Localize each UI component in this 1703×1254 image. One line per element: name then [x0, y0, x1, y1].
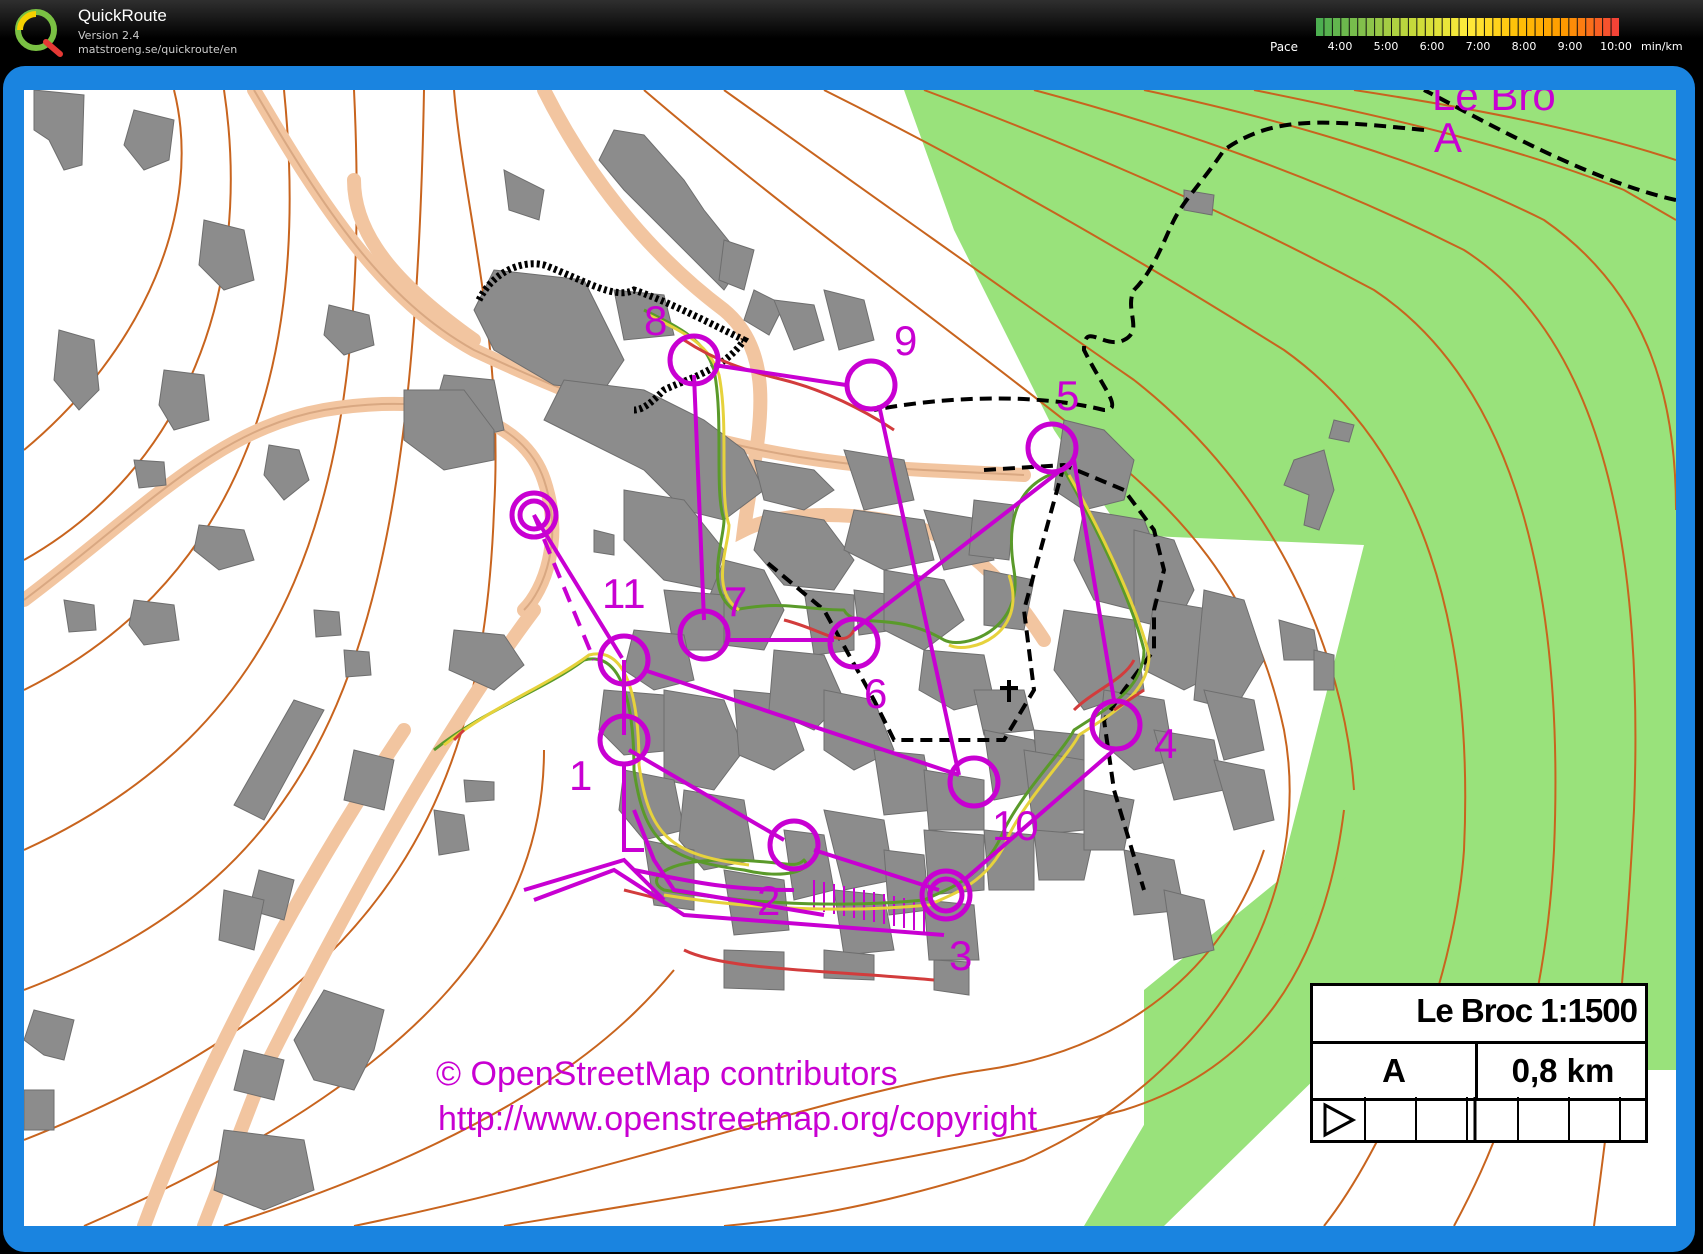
legend-course: A [1382, 1052, 1406, 1089]
pace-scale-segment [1383, 18, 1391, 36]
pace-scale-segment [1560, 18, 1569, 36]
pace-ticks: 4:00 5:00 6:00 7:00 8:00 9:00 10:00 [1316, 40, 1696, 56]
pace-tick: 9:00 [1557, 40, 1583, 53]
pace-color-scale [1316, 18, 1619, 36]
control-number-11: 11 [602, 570, 646, 617]
pace-scale-segment [1366, 18, 1375, 36]
pace-scale-segment [1451, 18, 1459, 36]
pace-tick: 6:00 [1419, 40, 1445, 53]
pace-scale-segment [1586, 18, 1594, 36]
osm-credit: © OpenStreetMap contributors [436, 1055, 898, 1093]
start-triangle-icon [1323, 1102, 1357, 1138]
pace-scale-segment [1417, 18, 1425, 36]
legend-length: 0,8 km [1475, 1044, 1648, 1098]
app-header: QuickRoute Version 2.4 matstroeng.se/qui… [0, 0, 1703, 64]
control-number-4: 4 [1154, 720, 1177, 767]
pace-tick: 8:00 [1511, 40, 1537, 53]
pace-scale-segment [1493, 18, 1501, 36]
pace-scale-segment [1501, 18, 1510, 36]
pace-scale-segment [1442, 18, 1451, 36]
control-number-8: 8 [644, 297, 667, 344]
pace-scale-segment [1349, 18, 1358, 36]
pace-tick: 5:00 [1373, 40, 1399, 53]
pace-scale-segment [1476, 18, 1484, 36]
pace-scale-segment [1611, 18, 1619, 36]
control-number-2: 2 [757, 877, 780, 924]
pace-tick: 7:00 [1465, 40, 1491, 53]
pace-scale-segment [1484, 18, 1493, 36]
pace-scale-segment [1468, 18, 1476, 36]
control-number-1: 1 [569, 752, 592, 799]
control-number-7: 7 [724, 578, 747, 625]
control-number-9: 9 [894, 317, 917, 364]
pace-scale-segment [1518, 18, 1527, 36]
pace-scale-segment [1434, 18, 1442, 36]
pace-scale-segment [1408, 18, 1417, 36]
app-title: QuickRoute [78, 6, 167, 25]
pace-unit: min/km [1641, 40, 1683, 53]
pace-scale-segment [1316, 18, 1324, 36]
app-url: matstroeng.se/quickroute/en [78, 43, 238, 56]
control-number-10: 10 [992, 802, 1039, 849]
pace-tick: 10:00 [1600, 40, 1632, 53]
quickroute-logo-icon [15, 9, 63, 57]
control-number-6: 6 [864, 670, 887, 717]
control-9 [844, 358, 898, 412]
pace-scale-segment [1510, 18, 1518, 36]
pace-scale-segment [1577, 18, 1586, 36]
pace-scale-segment [1375, 18, 1383, 36]
pace-scale-segment [1527, 18, 1535, 36]
pace-tick: 4:00 [1327, 40, 1353, 53]
pace-scale-segment [1400, 18, 1408, 36]
pace-scale-segment [1425, 18, 1434, 36]
pace-scale-segment [1544, 18, 1552, 36]
app-version: Version 2.4 [78, 29, 140, 42]
pace-scale-segment [1552, 18, 1560, 36]
map-view[interactable]: 1 2 3 4 5 6 7 8 9 10 11 Le Bro A © OpenS… [24, 90, 1676, 1226]
legend-title: Le Broc 1:1500 [1416, 992, 1638, 1029]
pace-scale-segment [1603, 18, 1611, 36]
legend-description-grid [1323, 1097, 1621, 1143]
pace-scale-segment [1332, 18, 1341, 36]
pace-scale-segment [1459, 18, 1467, 36]
pace-scale-segment [1569, 18, 1577, 36]
pace-scale-segment [1324, 18, 1332, 36]
place-sublabel: A [1434, 114, 1462, 161]
pace-scale-segment [1358, 18, 1366, 36]
control-number-3: 3 [949, 932, 972, 979]
pace-scale-segment [1594, 18, 1603, 36]
pace-label: Pace [1270, 40, 1299, 54]
control-number-5: 5 [1056, 372, 1079, 419]
pace-scale-segment [1392, 18, 1400, 36]
pace-scale-segment [1341, 18, 1349, 36]
osm-copyright-link[interactable]: http://www.openstreetmap.org/copyright [438, 1100, 1038, 1138]
map-legend: Le Broc 1:1500 A 0,8 km [1310, 983, 1648, 1143]
pace-scale-segment [1535, 18, 1543, 36]
legend-course-row: A 0,8 km [1313, 1041, 1648, 1101]
